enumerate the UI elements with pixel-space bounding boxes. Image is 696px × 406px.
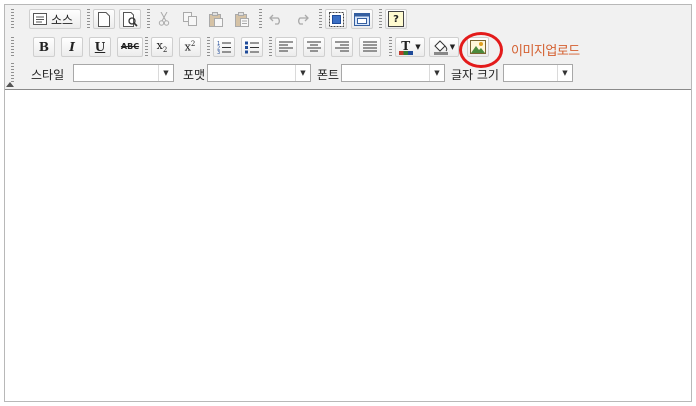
subscript-button[interactable]: x2 (151, 37, 173, 57)
bold-button[interactable]: B (33, 37, 55, 57)
strike-icon: ABC (120, 42, 140, 51)
toolbar-collapse-icon[interactable] (6, 82, 14, 87)
toolbar-separator (389, 37, 392, 57)
toolbar-separator (269, 37, 272, 57)
highlight-circle (459, 32, 503, 68)
underline-button[interactable]: U (89, 37, 111, 57)
help-glyph: ? (393, 13, 399, 25)
text-color-icon: T ▼ (399, 38, 421, 55)
redo-icon (295, 13, 309, 25)
new-page-icon (98, 11, 110, 27)
editor-toolbar: 소스 ? B I U ABC x2 x2 1 2 3 T ▼ ▼ 이미지업로드 … (5, 5, 691, 90)
help-icon: ? (388, 11, 404, 27)
editor-content-area[interactable] (5, 90, 691, 401)
toolbar-grip[interactable] (11, 63, 14, 83)
align-center-button[interactable] (303, 37, 325, 57)
chevron-down-icon[interactable]: ▼ (295, 65, 310, 81)
chevron-down-icon: ▼ (449, 43, 456, 51)
undo-icon (269, 13, 283, 25)
bold-icon: B (38, 40, 50, 54)
source-button[interactable]: 소스 (29, 9, 81, 29)
toolbar-grip[interactable] (11, 37, 14, 57)
ordered-list-icon: 123 (217, 40, 231, 54)
help-button[interactable]: ? (385, 9, 407, 29)
preview-icon (122, 11, 138, 27)
source-icon (33, 13, 47, 25)
style-combo-label: 스타일 (31, 68, 65, 82)
bg-color-icon: ▼ (433, 39, 456, 55)
cut-icon (158, 12, 170, 26)
italic-button[interactable]: I (61, 37, 83, 57)
svg-text:3: 3 (217, 50, 220, 54)
toolbar-grip[interactable] (11, 9, 14, 29)
format-combo-label: 포맷 (183, 68, 206, 82)
bg-color-button[interactable]: ▼ (429, 37, 459, 57)
strike-button[interactable]: ABC (117, 37, 143, 57)
align-right-button[interactable] (331, 37, 353, 57)
copy-icon (183, 12, 197, 26)
underline-icon: U (94, 40, 106, 54)
superscript-button[interactable]: x2 (179, 37, 201, 57)
image-upload-annotation: 이미지업로드 (511, 44, 580, 59)
cut-button[interactable] (153, 9, 175, 29)
text-color-button[interactable]: T ▼ (395, 37, 425, 57)
preview-button[interactable] (119, 9, 141, 29)
toolbar-separator (319, 9, 322, 29)
undo-button[interactable] (265, 9, 287, 29)
chevron-down-icon[interactable]: ▼ (429, 65, 444, 81)
bullet-list-icon (245, 40, 259, 54)
font-combo[interactable]: ▼ (341, 64, 445, 82)
align-left-icon (279, 41, 293, 53)
new-page-button[interactable] (93, 9, 115, 29)
chevron-down-icon[interactable]: ▼ (158, 65, 173, 81)
copy-button[interactable] (179, 9, 201, 29)
bullet-list-button[interactable] (241, 37, 263, 57)
align-center-icon (307, 41, 321, 53)
select-all-icon (328, 11, 344, 27)
size-combo[interactable]: ▼ (503, 64, 573, 82)
paste-icon (209, 11, 223, 27)
align-right-icon (335, 41, 349, 53)
toolbar-separator (207, 37, 210, 57)
maximize-button[interactable] (351, 9, 373, 29)
justify-icon (363, 41, 377, 53)
rich-text-editor: 소스 ? B I U ABC x2 x2 1 2 3 T ▼ ▼ 이미지업로드 … (4, 4, 692, 402)
format-combo[interactable]: ▼ (207, 64, 311, 82)
paste-text-button[interactable] (231, 9, 253, 29)
style-combo[interactable]: ▼ (73, 64, 174, 82)
font-combo-label: 폰트 (317, 68, 340, 82)
ordered-list-button[interactable]: 123 (213, 37, 235, 57)
justify-button[interactable] (359, 37, 381, 57)
size-combo-label: 글자 크기 (451, 68, 499, 82)
toolbar-separator (379, 9, 382, 29)
toolbar-separator (145, 37, 148, 57)
toolbar-separator (147, 9, 150, 29)
source-label: 소스 (51, 12, 74, 27)
maximize-icon (354, 12, 370, 26)
align-left-button[interactable] (275, 37, 297, 57)
chevron-down-icon[interactable]: ▼ (557, 65, 572, 81)
redo-button[interactable] (291, 9, 313, 29)
subscript-icon: x2 (156, 39, 168, 55)
paste-button[interactable] (205, 9, 227, 29)
italic-icon: I (69, 40, 75, 54)
toolbar-separator (259, 9, 262, 29)
toolbar-separator (87, 9, 90, 29)
paste-text-icon (235, 11, 249, 27)
select-all-button[interactable] (325, 9, 347, 29)
chevron-down-icon: ▼ (415, 43, 421, 51)
superscript-icon: x2 (184, 40, 196, 54)
